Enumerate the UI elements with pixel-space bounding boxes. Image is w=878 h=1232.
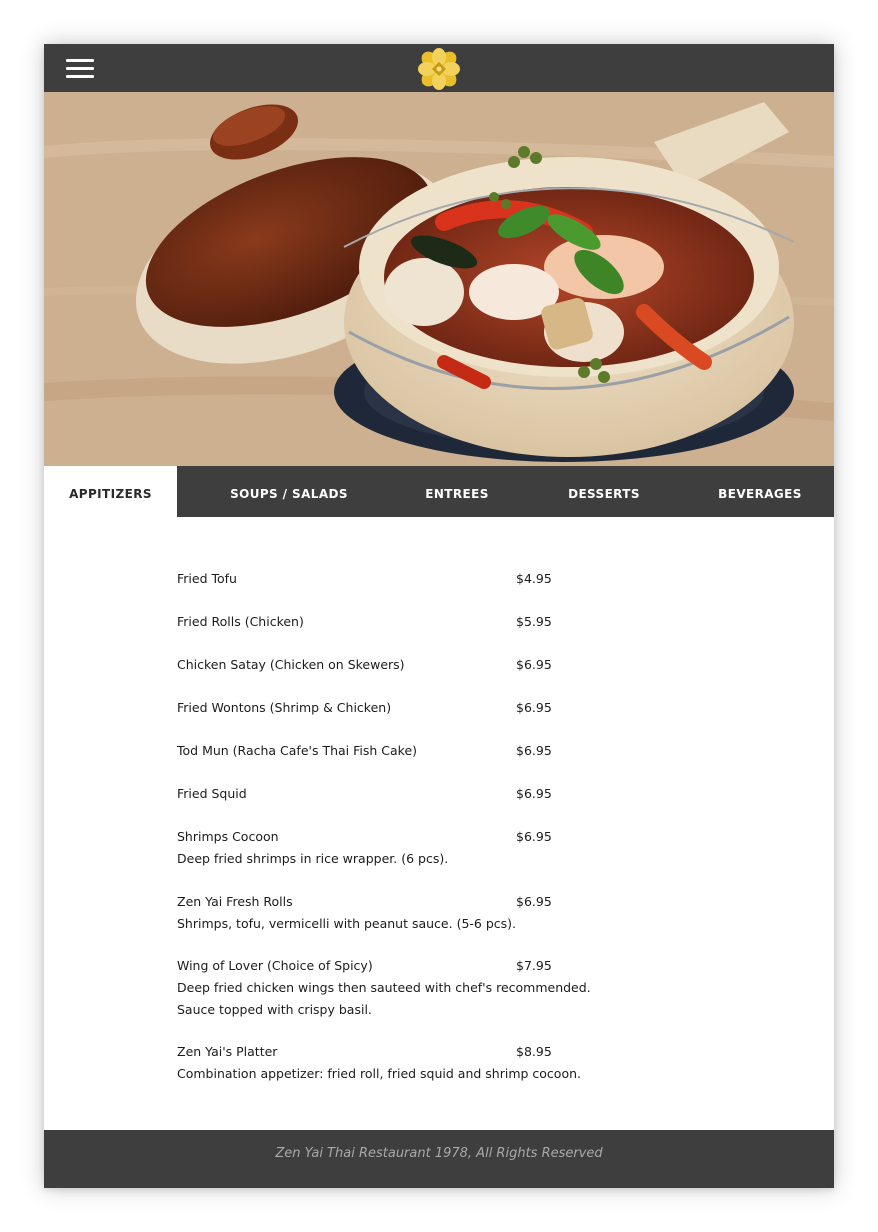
menu-item-row: Wing of Lover (Choice of Spicy) $7.95	[177, 955, 737, 977]
menu-item-row: Fried Squid $6.95	[177, 783, 737, 805]
menu-item-price: $6.95	[516, 700, 552, 715]
tab-entrees[interactable]: ENTREES	[402, 466, 512, 517]
menu-item-price: $6.95	[516, 786, 552, 801]
tab-appetizers[interactable]: APPITIZERS	[44, 466, 177, 517]
tab-beverages[interactable]: BEVERAGES	[700, 466, 820, 517]
menu-item-price: $6.95	[516, 893, 552, 909]
menu-item: Wing of Lover (Choice of Spicy) $7.95 Deep…	[177, 955, 737, 1020]
menu-item-row: Tod Mun (Racha Cafe's Thai Fish Cake) $6.…	[177, 740, 737, 762]
menu-item-price: $8.95	[516, 1044, 552, 1059]
tab-soups-salads[interactable]: SOUPS / SALADS	[209, 466, 369, 517]
app-frame: APPITIZERS SOUPS / SALADS ENTREES DESSER…	[44, 44, 834, 1188]
menu-item: Tod Mun (Racha Cafe's Thai Fish Cake) $6.…	[177, 740, 737, 762]
menu-item: Fried Squid $6.95	[177, 783, 737, 805]
menu-item-name: Fried Squid	[177, 786, 247, 801]
menu-item-name: Fried Tofu	[177, 571, 237, 586]
menu-item-description: Combination appetizer: fried roll, fried…	[177, 1066, 581, 1081]
menu-item-row: Zen Yai Fresh Rolls $6.95	[177, 891, 737, 913]
menu-item-row: Chicken Satay (Chicken on Skewers) $6.95	[177, 654, 737, 676]
menu-item: Zen Yai Fresh Rolls $6.95 Shrimps, tofu, v…	[177, 891, 737, 935]
menu-item-name: Wing of Lover (Choice of Spicy)	[177, 958, 373, 973]
menu-item-row: Fried Wontons (Shrimp & Chicken) $6.95	[177, 697, 737, 719]
menu-item-description: Deep fried chicken wings then sauteed wi…	[177, 980, 591, 1017]
menu-item-description: Shrimps, tofu, vermicelli with peanut sa…	[177, 915, 517, 931]
menu-item-row: Shrimps Cocoon $6.95	[177, 826, 737, 848]
menu-item: Chicken Satay (Chicken on Skewers) $6.95	[177, 654, 737, 676]
menu-item: Fried Wontons (Shrimp & Chicken) $6.95	[177, 697, 737, 719]
menu-item-description: Deep fried shrimps in rice wrapper. (6 p…	[177, 851, 449, 866]
menu-item-row: Fried Tofu $4.95	[177, 568, 737, 590]
menu-item: Shrimps Cocoon $6.95 Deep fried shrimps in…	[177, 826, 737, 870]
menu-item-name: Fried Rolls (Chicken)	[177, 614, 304, 629]
menu-item-name: Tod Mun (Racha Cafe's Thai Fish Cake)	[177, 743, 418, 758]
tab-desserts[interactable]: DESSERTS	[549, 466, 659, 517]
menu-item-price: $7.95	[516, 958, 552, 973]
menu-item-name: Chicken Satay (Chicken on Skewers)	[177, 657, 405, 672]
footer: Zen Yai Thai Restaurant 1978, All Rights…	[44, 1130, 834, 1188]
menu-item-price: $5.95	[516, 614, 552, 629]
copyright-text: Zen Yai Thai Restaurant 1978, All Rights…	[275, 1146, 603, 1161]
menu-item-name: Fried Wontons (Shrimp & Chicken)	[177, 700, 392, 715]
menu-item-price: $6.95	[516, 657, 552, 672]
menu-item-price: $4.95	[516, 571, 552, 586]
menu-item-name: Zen Yai's Platter	[177, 1044, 278, 1059]
menu-item-row: Fried Rolls (Chicken) $5.95	[177, 611, 737, 633]
hamburger-menu-icon[interactable]	[66, 59, 94, 79]
appetizer-menu-list: Fried Tofu $4.95 Fried Rolls (Chicken) $5.9…	[177, 568, 737, 1106]
menu-item-price: $6.95	[516, 743, 552, 758]
menu-item-row: Zen Yai's Platter $8.95	[177, 1041, 737, 1063]
menu-item-price: $6.95	[516, 829, 552, 844]
menu-item-name: Zen Yai Fresh Rolls	[177, 893, 293, 909]
menu-item: Zen Yai's Platter $8.95 Combination appeti…	[177, 1041, 737, 1085]
top-nav-bar	[44, 44, 834, 92]
menu-item-name: Shrimps Cocoon	[177, 829, 279, 844]
golden-flower-logo-icon[interactable]	[416, 46, 462, 92]
menu-item: Fried Tofu $4.95	[177, 568, 737, 590]
menu-item: Fried Rolls (Chicken) $5.95	[177, 611, 737, 633]
hero-food-photo	[44, 92, 834, 466]
menu-category-tabs: APPITIZERS SOUPS / SALADS ENTREES DESSER…	[44, 466, 834, 517]
